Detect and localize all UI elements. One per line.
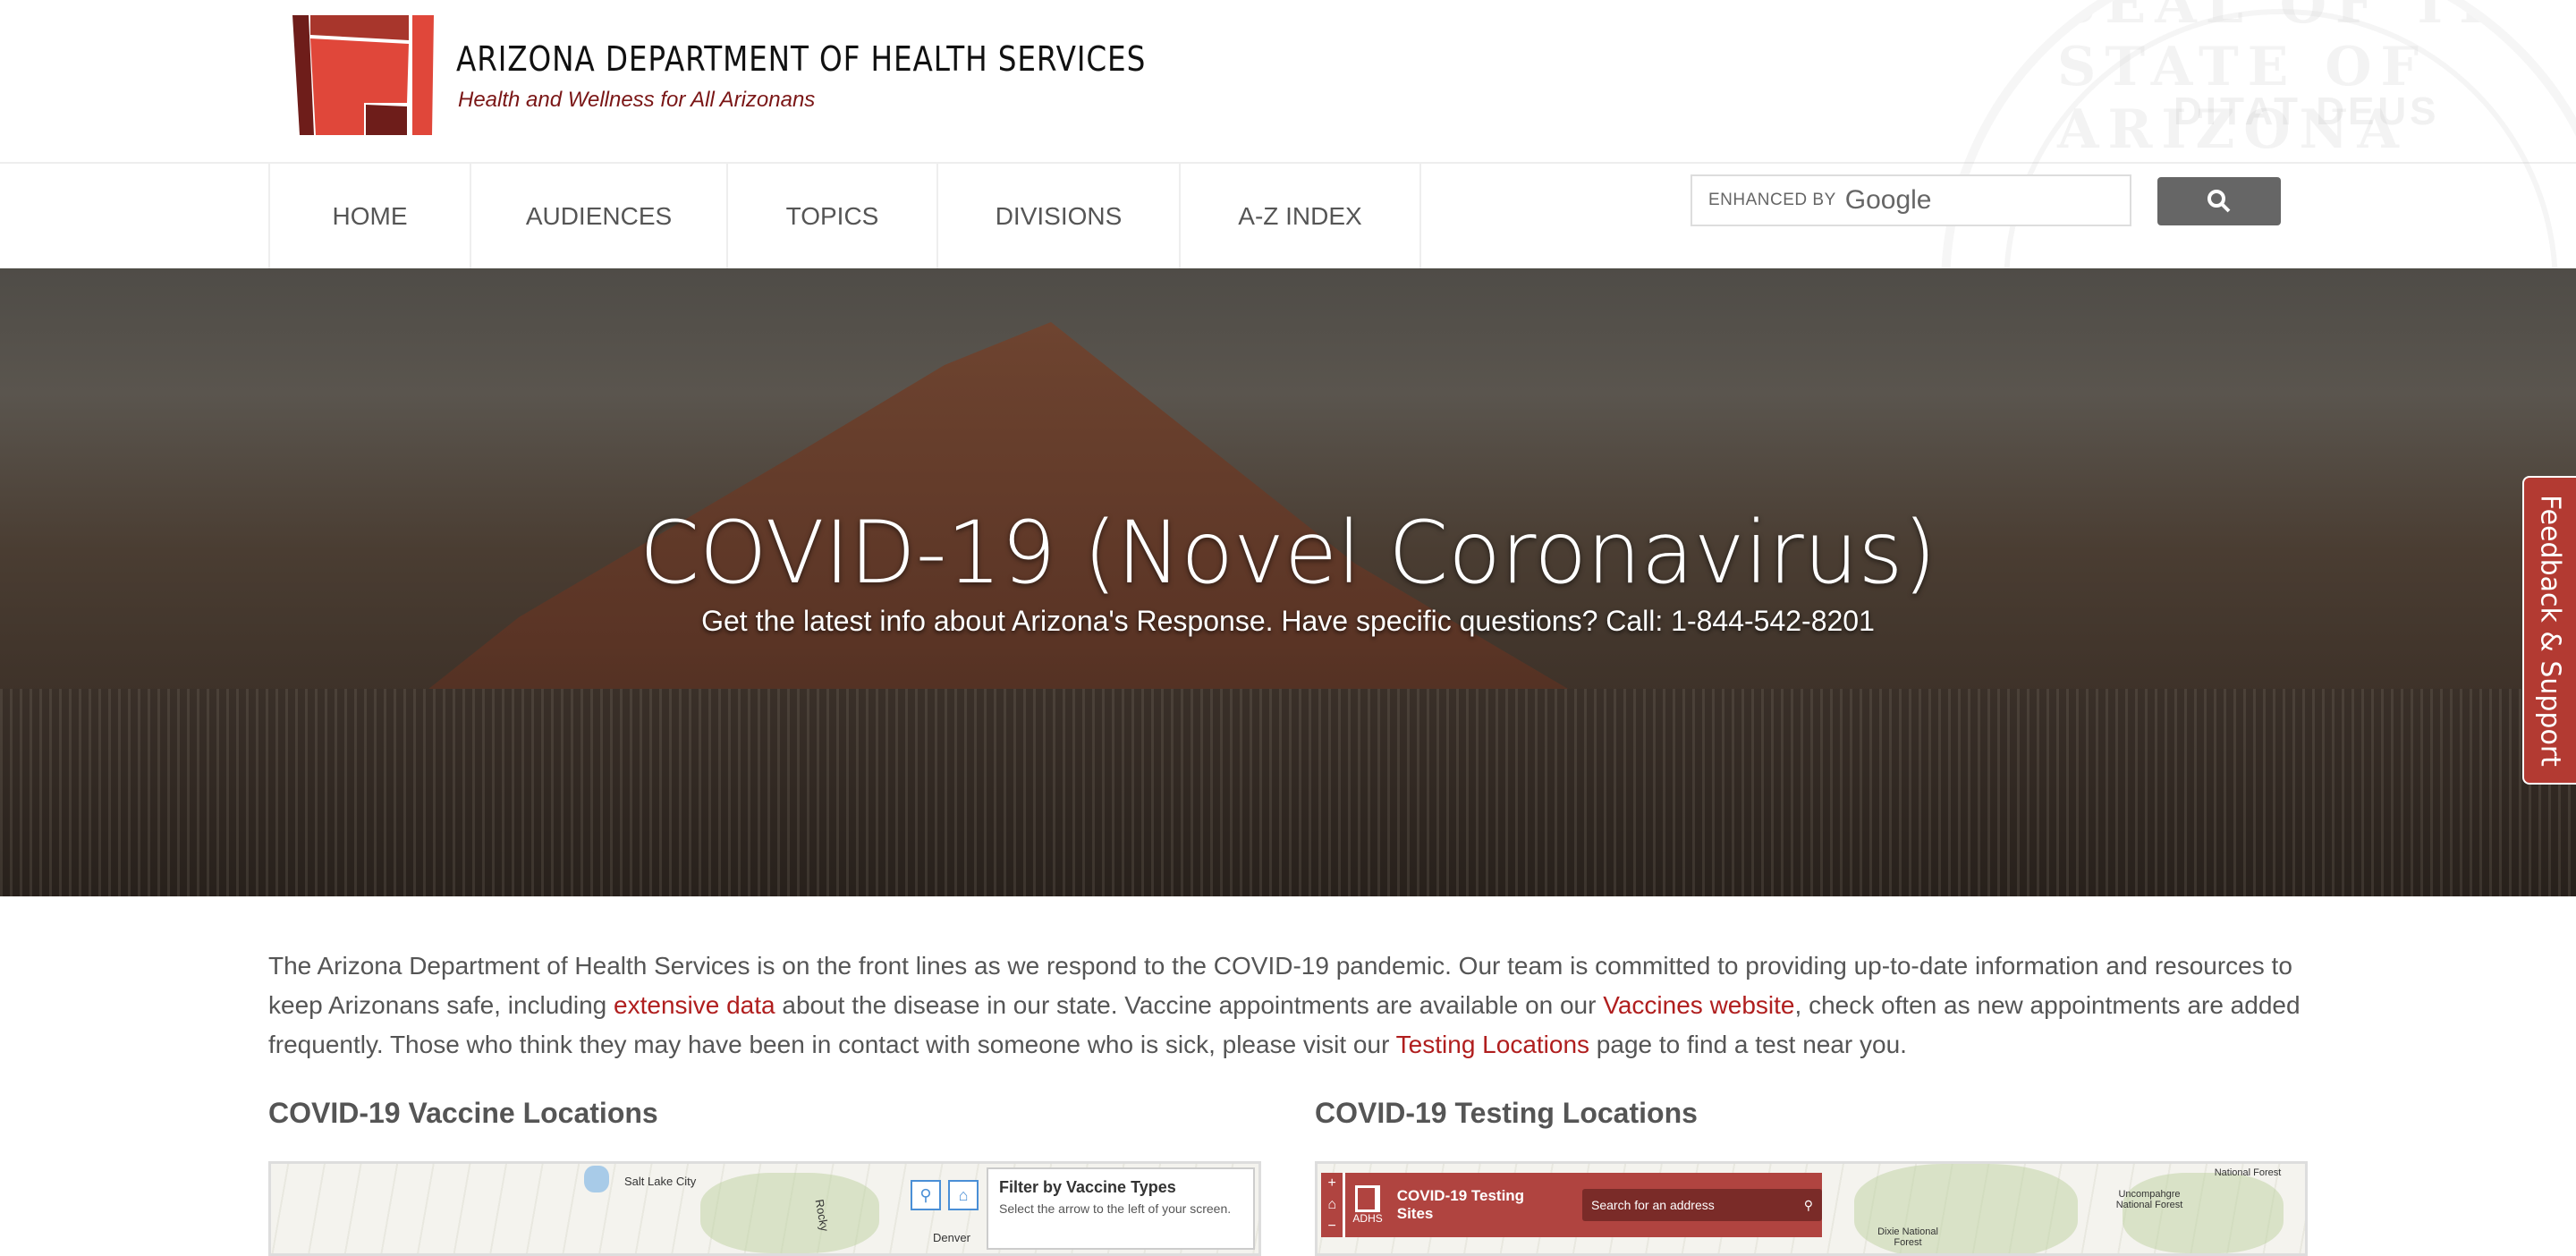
filter-title: Filter by Vaccine Types: [999, 1178, 1176, 1196]
city-image: [0, 689, 2576, 896]
testing-sites-title: COVID-19 Testing Sites: [1396, 1187, 1525, 1222]
map-label: Denver: [933, 1231, 970, 1244]
intro-text: page to find a test near you.: [1589, 1031, 1907, 1058]
map-home-icon[interactable]: ⌂: [948, 1180, 979, 1210]
vaccines-website-link[interactable]: Vaccines website: [1603, 991, 1794, 1019]
main-nav: HOME AUDIENCES TOPICS DIVISIONS A-Z INDE…: [268, 164, 1421, 268]
nav-audiences[interactable]: AUDIENCES: [471, 164, 728, 268]
hero-title: COVID-19 (Novel Coronavirus): [640, 503, 1936, 603]
nav-divisions[interactable]: DIVISIONS: [938, 164, 1181, 268]
extensive-data-link[interactable]: extensive data: [614, 991, 775, 1019]
filter-description: Select the arrow to the left of your scr…: [999, 1201, 1232, 1216]
map-label: Salt Lake City: [624, 1175, 697, 1188]
testing-sites-toolbar: + ⌂ − ADHS COVID-19 Testing Sites Search…: [1321, 1173, 1822, 1237]
nav-topics[interactable]: TOPICS: [728, 164, 938, 268]
search-placeholder-prefix: ENHANCED BY: [1708, 191, 1836, 209]
testing-locations-map[interactable]: National Forest Uncompahgre National For…: [1315, 1161, 2308, 1256]
nav-az-index[interactable]: A-Z INDEX: [1181, 164, 1421, 268]
search-icon: [2207, 190, 2231, 213]
home-icon[interactable]: ⌂: [1327, 1197, 1336, 1213]
map-label: Uncompahgre National Forest: [2115, 1189, 2183, 1210]
map-label: National Forest: [2214, 1167, 2282, 1178]
intro-paragraph: The Arizona Department of Health Service…: [268, 946, 2326, 1065]
feedback-label: Feedback & Support: [2534, 494, 2566, 767]
adhs-logo[interactable]: [292, 13, 434, 137]
nav-home[interactable]: HOME: [270, 164, 471, 268]
vaccine-locations-map[interactable]: Salt Lake City Rocky Denver ⚲ ⌂ Filter b…: [268, 1161, 1261, 1256]
map-zoom-controls: + ⌂ −: [1321, 1173, 1346, 1237]
filter-panel: Filter by Vaccine Types Select the arrow…: [987, 1167, 1255, 1250]
site-tagline: Health and Wellness for All Arizonans: [458, 88, 816, 112]
adhs-small-logo: ADHS: [1352, 1185, 1383, 1225]
hero-banner: COVID-19 (Novel Coronavirus) Get the lat…: [0, 268, 2576, 896]
testing-locations-link[interactable]: Testing Locations: [1396, 1031, 1589, 1058]
feedback-support-tab[interactable]: Feedback & Support: [2522, 476, 2576, 785]
site-header: SEAL OF THE STATE OF ARIZONA DITAT DEUS …: [0, 0, 2576, 626]
zoom-in-icon[interactable]: +: [1328, 1175, 1336, 1192]
site-title[interactable]: ARIZONA DEPARTMENT OF HEALTH SERVICES: [456, 39, 1146, 79]
map-label: Dixie National Forest: [1877, 1226, 1938, 1248]
address-search-placeholder: Search for an address: [1591, 1198, 1715, 1212]
google-brand: Google: [1844, 185, 1932, 215]
vaccine-locations-heading: COVID-19 Vaccine Locations: [268, 1097, 658, 1129]
address-search-input[interactable]: Search for an address ⚲: [1582, 1189, 1822, 1221]
search-icon[interactable]: ⚲: [1804, 1198, 1813, 1213]
search-input[interactable]: ENHANCED BY Google: [1690, 174, 2131, 226]
hero-subtitle: Get the latest info about Arizona's Resp…: [701, 605, 1875, 637]
intro-text: about the disease in our state. Vaccine …: [775, 991, 1604, 1019]
search-button[interactable]: [2157, 177, 2281, 225]
testing-locations-heading: COVID-19 Testing Locations: [1315, 1097, 1698, 1129]
map-search-icon[interactable]: ⚲: [911, 1180, 941, 1210]
zoom-out-icon[interactable]: −: [1328, 1218, 1336, 1235]
